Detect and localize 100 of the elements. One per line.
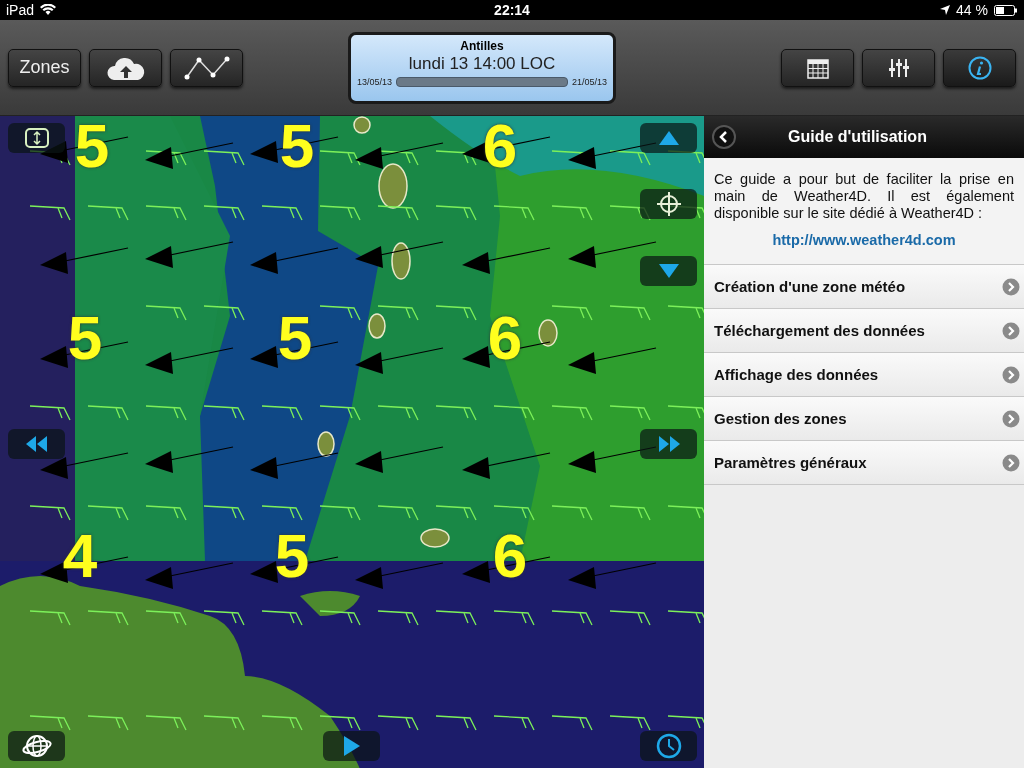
island-shape [378, 163, 408, 209]
info-icon [967, 55, 992, 80]
wind-barb [29, 205, 71, 221]
wind-barb [377, 505, 419, 521]
wind-barb [203, 150, 245, 166]
back-button[interactable] [712, 125, 736, 149]
wind-barb [435, 150, 477, 166]
wind-barb [435, 305, 477, 321]
wind-barb [609, 305, 651, 321]
wind-barb [261, 505, 303, 521]
calendar-icon [806, 56, 829, 79]
fast-forward-icon [657, 436, 680, 452]
wind-barb [667, 305, 704, 321]
wind-barb [319, 610, 361, 626]
wind-barb [609, 715, 651, 731]
wind-barb [87, 505, 129, 521]
wind-barb [551, 610, 593, 626]
wifi-icon [40, 4, 57, 16]
wind-barb [319, 150, 361, 166]
wind-barb [667, 610, 704, 626]
wind-barb [377, 205, 419, 221]
clock-icon [655, 733, 682, 759]
battery-percent: 44 % [956, 2, 988, 18]
cloud-upload-icon [105, 55, 146, 80]
guide-topic-item[interactable]: Création d'une zone météo [704, 265, 1024, 309]
vertical-resize-icon [24, 128, 49, 148]
info-button[interactable] [943, 48, 1016, 87]
wind-barb [87, 610, 129, 626]
island-shape [300, 591, 360, 616]
battery-icon [994, 4, 1018, 16]
scroll-up-button[interactable] [640, 123, 697, 153]
wind-barb [145, 305, 187, 321]
timeline-slider[interactable] [396, 76, 568, 87]
fast-forward-button[interactable] [640, 429, 697, 459]
wind-barb [203, 505, 245, 521]
wind-force-label: 5 [73, 118, 111, 174]
chevron-right-icon [1002, 409, 1020, 428]
time-button[interactable] [640, 731, 697, 761]
sliders-button[interactable] [862, 48, 935, 87]
wind-force-label: 4 [61, 528, 99, 584]
wind-barb [87, 205, 129, 221]
wind-barb [551, 715, 593, 731]
device-name: iPad [6, 2, 35, 18]
wind-barb [319, 205, 361, 221]
calendar-button[interactable] [781, 48, 854, 87]
guide-topic-item[interactable]: Téléchargement des données [704, 309, 1024, 353]
wind-barb [551, 205, 593, 221]
guide-topic-item[interactable]: Gestion des zones [704, 397, 1024, 441]
wind-barb [377, 405, 419, 421]
island-shape [353, 116, 371, 134]
wind-barb [29, 610, 71, 626]
globe-button[interactable] [8, 731, 65, 761]
wind-barb [261, 610, 303, 626]
wind-barb [145, 405, 187, 421]
play-button[interactable] [323, 731, 380, 761]
wind-barb [493, 405, 535, 421]
wind-barb [551, 405, 593, 421]
download-button[interactable] [89, 48, 162, 87]
play-icon [343, 736, 360, 756]
wind-barb [609, 150, 651, 166]
chevron-right-icon [1002, 365, 1020, 384]
locate-button[interactable] [640, 189, 697, 219]
wind-barb [667, 405, 704, 421]
wind-barb [261, 405, 303, 421]
wind-barb [87, 715, 129, 731]
chevron-right-icon [1002, 453, 1020, 472]
island-shape [368, 313, 386, 339]
sliders-icon [887, 57, 910, 78]
end-date: 21/05/13 [571, 76, 607, 87]
scroll-down-button[interactable] [640, 256, 697, 286]
resize-button[interactable] [8, 123, 65, 153]
wind-barb [203, 715, 245, 731]
wind-barb [493, 505, 535, 521]
wind-barb [203, 305, 245, 321]
wind-barb [319, 715, 361, 731]
forecast-time: lundi 13 14:00 LOC [408, 53, 556, 74]
wind-barb [609, 405, 651, 421]
start-date: 13/05/13 [357, 76, 393, 87]
rotating-globe-icon [21, 732, 52, 760]
zones-button[interactable]: Zones [8, 48, 81, 87]
website-link[interactable]: http://www.weather4d.com [772, 232, 956, 248]
wind-barb [377, 610, 419, 626]
guide-title: Guide d'utilisation [788, 128, 927, 146]
region-title: Antilles [460, 38, 504, 53]
guide-topic-item[interactable]: Affichage des données [704, 353, 1024, 397]
route-button[interactable] [170, 48, 243, 87]
wind-barb [203, 405, 245, 421]
island-shape [317, 431, 335, 457]
rewind-icon [25, 436, 48, 452]
route-icon [182, 54, 231, 81]
island-shape [391, 242, 411, 280]
wind-barb [145, 715, 187, 731]
down-triangle-icon [658, 264, 679, 278]
wind-barb [145, 610, 187, 626]
location-arrow-icon [940, 5, 951, 15]
rewind-button[interactable] [8, 429, 65, 459]
wind-barb [29, 715, 71, 731]
guide-topic-item[interactable]: Paramètres généraux [704, 441, 1024, 485]
wind-barb [377, 305, 419, 321]
wind-barb [435, 205, 477, 221]
